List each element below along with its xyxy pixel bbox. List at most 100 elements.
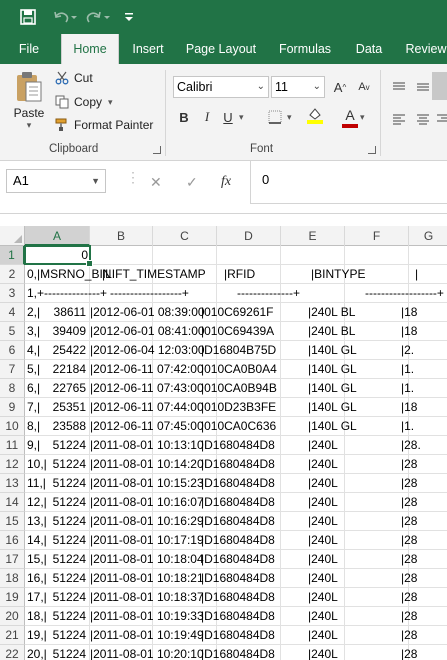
- row-header[interactable]: 12: [0, 455, 25, 474]
- row-header[interactable]: 20: [0, 607, 25, 626]
- cell-c10[interactable]: |2012-06-11 07:45:00: [88, 417, 206, 436]
- cell-f5[interactable]: |240L BL: [306, 322, 357, 341]
- cell-c7[interactable]: |2012-06-11 07:42:00: [88, 360, 206, 379]
- cell-b11[interactable]: 51224: [45, 436, 88, 455]
- undo-icon[interactable]: [52, 8, 78, 26]
- cell-a7[interactable]: 5,|: [25, 360, 42, 379]
- cell-b17[interactable]: 51224: [45, 550, 88, 569]
- row-header[interactable]: 13: [0, 474, 25, 493]
- cell-d3[interactable]: --------------+: [235, 284, 302, 303]
- cell-d2[interactable]: |RFID: [222, 265, 257, 284]
- tab-page-layout[interactable]: Page Layout: [182, 34, 260, 64]
- cell-f15[interactable]: |240L: [306, 512, 340, 531]
- cell-c16[interactable]: |2011-08-01 10:17:19: [88, 531, 206, 550]
- cell-a11[interactable]: 9,|: [25, 436, 42, 455]
- align-top-icon[interactable]: [389, 77, 409, 97]
- cell-c17[interactable]: |2011-08-01 10:18:04: [88, 550, 206, 569]
- cell-f8[interactable]: |140L GL: [306, 379, 359, 398]
- cell-b5[interactable]: 39409: [45, 322, 88, 341]
- cell-c8[interactable]: |2012-06-11 07:43:00: [88, 379, 206, 398]
- cell-g17[interactable]: |28: [399, 550, 419, 569]
- cell-g4[interactable]: |18: [399, 303, 419, 322]
- cell-d14[interactable]: |D1680484D8: [199, 493, 277, 512]
- column-header-b[interactable]: B: [90, 226, 153, 246]
- cell-g2[interactable]: |: [413, 265, 420, 284]
- tab-insert[interactable]: Insert: [124, 34, 172, 64]
- cell-d18[interactable]: |D1680484D8: [199, 569, 277, 588]
- cell-d5[interactable]: |010C69439A: [199, 322, 276, 341]
- cell-b9[interactable]: 25351: [45, 398, 88, 417]
- cell-g12[interactable]: |28: [399, 455, 419, 474]
- row-header[interactable]: 7: [0, 360, 25, 379]
- copy-button[interactable]: Copy ▾: [54, 94, 113, 110]
- row-header[interactable]: 3: [0, 284, 25, 303]
- cell-d7[interactable]: |010CA0B0A4: [199, 360, 279, 379]
- align-right-icon[interactable]: [433, 109, 447, 129]
- cell-d9[interactable]: |010D23B3FE: [199, 398, 278, 417]
- align-middle-icon[interactable]: [413, 77, 433, 97]
- underline-button[interactable]: U: [218, 107, 238, 127]
- cell-b12[interactable]: 51224: [45, 455, 88, 474]
- cell-g13[interactable]: |28: [399, 474, 419, 493]
- cell-c19[interactable]: |2011-08-01 10:18:37: [88, 588, 206, 607]
- cell-f16[interactable]: |240L: [306, 531, 340, 550]
- row-header[interactable]: 19: [0, 588, 25, 607]
- cell-b8[interactable]: 22765: [45, 379, 88, 398]
- cell-g18[interactable]: |28: [399, 569, 419, 588]
- cell-f14[interactable]: |240L: [306, 493, 340, 512]
- cell-c6[interactable]: |2012-06-04 12:03:00: [88, 341, 207, 360]
- save-icon[interactable]: [19, 8, 37, 26]
- cell-g15[interactable]: |28: [399, 512, 419, 531]
- borders-icon[interactable]: [265, 107, 285, 127]
- row-header[interactable]: 9: [0, 398, 25, 417]
- cell-d19[interactable]: |D1680484D8: [199, 588, 277, 607]
- cell-f4[interactable]: |240L BL: [306, 303, 357, 322]
- cell-f2[interactable]: |BINTYPE: [309, 265, 367, 284]
- cell-f20[interactable]: |240L: [306, 607, 340, 626]
- cell-b21[interactable]: 51224: [45, 626, 88, 645]
- cell-a9[interactable]: 7,|: [25, 398, 42, 417]
- cell-f9[interactable]: |140L GL: [306, 398, 359, 417]
- cell-f18[interactable]: |240L: [306, 569, 340, 588]
- cell-f10[interactable]: |140L GL: [306, 417, 359, 436]
- cell-g21[interactable]: |28: [399, 626, 419, 645]
- tab-formulas[interactable]: Formulas: [272, 34, 338, 64]
- formula-input[interactable]: 0: [250, 161, 447, 204]
- cell-d20[interactable]: |D1680484D8: [199, 607, 277, 626]
- font-size-dropdown[interactable]: 11 ⌄: [271, 76, 325, 98]
- cell-f22[interactable]: |240L: [306, 645, 340, 660]
- cell-g9[interactable]: |18: [399, 398, 419, 417]
- cell-f3[interactable]: ------------------+: [363, 284, 446, 303]
- font-color-icon[interactable]: A: [340, 105, 360, 128]
- cell-a4[interactable]: 2,|: [25, 303, 42, 322]
- cell-a8[interactable]: 6,|: [25, 379, 42, 398]
- font-family-dropdown[interactable]: Calibri ⌄: [173, 76, 269, 98]
- cell-g11[interactable]: |28.: [399, 436, 423, 455]
- name-box[interactable]: A1 ▼: [6, 169, 106, 193]
- cut-button[interactable]: Cut: [54, 70, 93, 86]
- cell-d11[interactable]: |D1680484D8: [199, 436, 277, 455]
- cell-b13[interactable]: 51224: [45, 474, 88, 493]
- cell-f6[interactable]: |140L GL: [306, 341, 359, 360]
- cell-b4[interactable]: 38611: [45, 303, 88, 322]
- row-header[interactable]: 5: [0, 322, 25, 341]
- dialog-launcher-icon[interactable]: [368, 146, 376, 154]
- tab-home[interactable]: Home: [61, 34, 119, 64]
- row-header[interactable]: 15: [0, 512, 25, 531]
- row-header[interactable]: 16: [0, 531, 25, 550]
- cell-f13[interactable]: |240L: [306, 474, 340, 493]
- cell-b15[interactable]: 51224: [45, 512, 88, 531]
- cell-f12[interactable]: |240L: [306, 455, 340, 474]
- row-header[interactable]: 17: [0, 550, 25, 569]
- cell-b18[interactable]: 51224: [45, 569, 88, 588]
- cell-d10[interactable]: |010CA0C636: [199, 417, 278, 436]
- cell-a3[interactable]: 1,+--------------+: [25, 284, 109, 303]
- cell-f19[interactable]: |240L: [306, 588, 340, 607]
- cell-b6[interactable]: 25422: [45, 341, 88, 360]
- cell-c4[interactable]: |2012-06-01 08:39:00: [88, 303, 207, 322]
- bold-button[interactable]: B: [174, 107, 194, 127]
- paste-button[interactable]: Paste ▾: [12, 70, 46, 131]
- cell-g20[interactable]: |28: [399, 607, 419, 626]
- select-all-button[interactable]: [0, 226, 25, 246]
- cell-g7[interactable]: |1.: [399, 360, 416, 379]
